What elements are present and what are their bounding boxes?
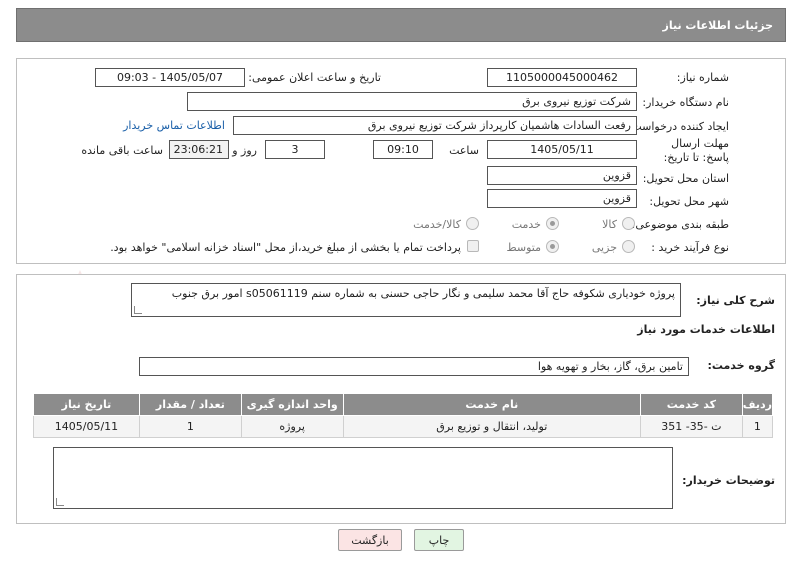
cell-unit: پروژه <box>240 415 344 438</box>
col-service-name: نام خدمت <box>342 393 641 416</box>
buyer-contact-link[interactable]: اطلاعات تماس خریدار <box>123 119 225 132</box>
announce-datetime-field[interactable]: 1405/05/07 - 09:03 <box>95 68 245 87</box>
treasury-payment-checkbox[interactable] <box>467 240 479 252</box>
cell-service-name: تولید، انتقال و توزیع برق <box>342 415 641 438</box>
service-group-label: گروه خدمت: <box>707 359 775 372</box>
cell-need-date: 1405/05/11 <box>33 415 140 438</box>
description-text: پروژه خودیاری شکوفه حاج آقا محمد سلیمی و… <box>171 287 675 300</box>
process-option-medium: متوسط <box>506 241 541 254</box>
need-details-panel: شرح کلی نیاز: پروژه خودیاری شکوفه حاج آق… <box>16 274 786 524</box>
process-radio-medium[interactable] <box>546 240 559 253</box>
col-unit: واحد اندازه گیری <box>240 393 344 416</box>
cell-quantity: 1 <box>138 415 242 438</box>
announce-datetime-label: تاریخ و ساعت اعلان عمومی: <box>248 71 381 84</box>
service-group-field[interactable]: تامین برق، گاز، بخار و تهویه هوا <box>139 357 689 376</box>
buyer-notes-label: توضیحات خریدار: <box>682 474 775 487</box>
category-option-goods: کالا <box>602 218 617 231</box>
category-option-service: خدمت <box>511 218 541 231</box>
requester-field[interactable]: رفعت السادات هاشمیان کارپرداز شرکت توزیع… <box>233 116 637 135</box>
process-option-minor: جزیی <box>591 241 617 254</box>
col-need-date: تاریخ نیاز <box>33 393 140 416</box>
col-service-code: کد خدمت <box>639 393 743 416</box>
delivery-city-field[interactable]: قزوین <box>487 189 637 208</box>
delivery-city-label: شهر محل تحویل: <box>649 195 729 208</box>
need-info-panel: شماره نیاز: 1105000045000462 تاریخ و ساع… <box>16 58 786 264</box>
table-row: 1 ت -35- 351 تولید، انتقال و توزیع برق پ… <box>33 415 774 438</box>
deadline-date-field[interactable]: 1405/05/11 <box>487 140 637 159</box>
days-label: روز و <box>232 144 257 157</box>
services-table-header: ردیف کد خدمت نام خدمت واحد اندازه گیری ت… <box>33 393 774 416</box>
deadline-label: مهلت ارسال پاسخ: تا تاریخ: <box>663 137 729 164</box>
cell-row: 1 <box>741 415 774 438</box>
back-button[interactable]: بازگشت <box>338 529 402 551</box>
buyer-notes-field[interactable] <box>53 447 673 509</box>
col-row: ردیف <box>741 393 774 416</box>
deadline-time-field[interactable]: 09:10 <box>373 140 433 159</box>
days-count-field[interactable]: 3 <box>265 140 325 159</box>
remaining-time-field: 23:06:21 <box>169 140 229 159</box>
services-title: اطلاعات خدمات مورد نیاز <box>637 323 775 336</box>
page-title: جزئیات اطلاعات نیاز <box>662 19 774 32</box>
description-field[interactable]: پروژه خودیاری شکوفه حاج آقا محمد سلیمی و… <box>131 283 681 317</box>
buyer-org-label: نام دستگاه خریدار: <box>642 96 729 109</box>
time-label: ساعت <box>449 144 479 157</box>
delivery-province-label: استان محل تحویل: <box>642 172 729 185</box>
category-option-goods-service: کالا/خدمت <box>413 218 461 231</box>
process-radio-minor[interactable] <box>622 240 635 253</box>
need-number-field[interactable]: 1105000045000462 <box>487 68 637 87</box>
print-button[interactable]: چاپ <box>414 529 464 551</box>
buyer-org-field[interactable]: شرکت توزیع نیروی برق <box>187 92 637 111</box>
resize-handle[interactable] <box>56 498 64 506</box>
delivery-province-field[interactable]: قزوین <box>487 166 637 185</box>
description-label: شرح کلی نیاز: <box>696 294 775 307</box>
category-radio-goods-service[interactable] <box>466 217 479 230</box>
remaining-label: ساعت باقی مانده <box>81 144 163 157</box>
process-label: نوع فرآیند خرید : <box>651 241 729 254</box>
col-quantity: تعداد / مقدار <box>138 393 242 416</box>
treasury-payment-note: پرداخت تمام یا بخشی از مبلغ خرید،از محل … <box>110 241 461 254</box>
category-label: طبقه بندی موضوعی: <box>631 218 729 231</box>
category-radio-goods[interactable] <box>622 217 635 230</box>
need-number-label: شماره نیاز: <box>676 71 729 84</box>
cell-service-code: ت -35- 351 <box>639 415 743 438</box>
services-table: ردیف کد خدمت نام خدمت واحد اندازه گیری ت… <box>33 393 774 438</box>
requester-label: ایجاد کننده درخواست: <box>627 120 729 133</box>
category-radio-service[interactable] <box>546 217 559 230</box>
page-header: جزئیات اطلاعات نیاز <box>16 8 786 42</box>
resize-handle[interactable] <box>134 306 142 314</box>
